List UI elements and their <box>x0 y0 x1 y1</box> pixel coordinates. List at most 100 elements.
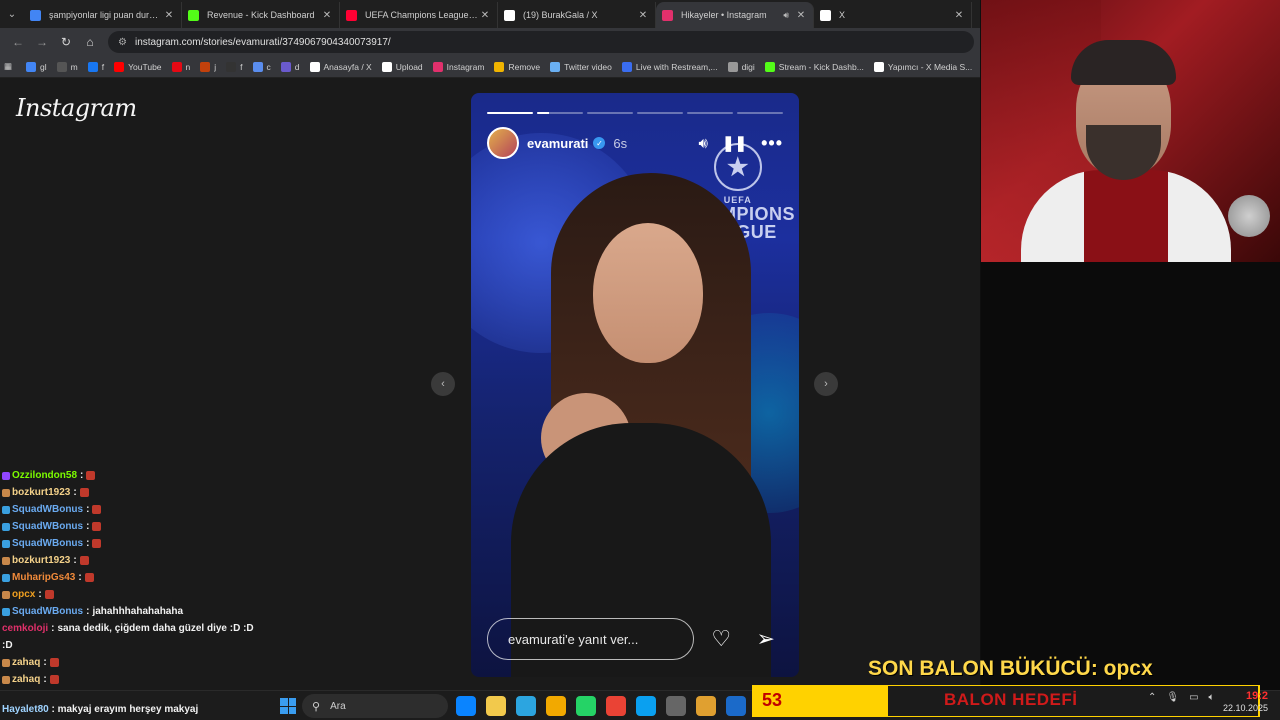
chat-message: zahaq: <box>2 654 302 671</box>
chat-nick[interactable]: opcx <box>12 586 35 603</box>
home-icon[interactable]: ⌂ <box>78 35 102 49</box>
tab-title: X <box>839 10 846 20</box>
site-info-icon[interactable]: ⚙ <box>118 37 127 48</box>
bookmark-item[interactable]: Live with Restream,... <box>621 61 718 72</box>
more-options-icon[interactable]: ••• <box>761 133 783 154</box>
bookmark-item[interactable]: Upload <box>381 61 423 72</box>
heart-icon[interactable]: ♡ <box>704 626 739 652</box>
bookmark-label: YouTube <box>128 61 162 72</box>
chat-message: SquadWBonus: <box>2 518 302 535</box>
bookmark-item[interactable]: YouTube <box>114 61 162 72</box>
apps-icon[interactable]: ▦ <box>4 61 12 72</box>
reload-icon[interactable]: ↻ <box>54 35 78 49</box>
taskbar-search[interactable]: ⚲ Ara <box>302 694 448 718</box>
chat-nick[interactable]: SquadWBonus <box>12 518 83 535</box>
taskbar-app-icon[interactable] <box>516 696 536 716</box>
bookmark-label: m <box>70 61 78 72</box>
windows-start-icon[interactable] <box>280 698 296 714</box>
taskbar-app-icon[interactable] <box>456 696 476 716</box>
taskbar-app-icon[interactable] <box>636 696 656 716</box>
instagram-logo[interactable]: Instagram <box>16 94 137 122</box>
avatar[interactable] <box>487 127 519 159</box>
chat-nick[interactable]: zahaq <box>12 671 40 688</box>
tab-audio-icon[interactable]: 🔊︎ <box>783 10 789 21</box>
story-viewer[interactable]: ★ UEFA CHAMPIONS LEAGUE evamurati ✓ 6s 🔊… <box>471 93 799 677</box>
chat-nick[interactable]: SquadWBonus <box>12 535 83 552</box>
address-bar[interactable]: ⚙ instagram.com/stories/evamurati/374906… <box>108 31 974 53</box>
browser-tab[interactable]: Hikayeler • Instagram 🔊︎ ✕ <box>656 2 814 28</box>
taskbar-app-icon[interactable] <box>546 696 566 716</box>
bookmark-item[interactable]: m <box>56 61 78 72</box>
bookmark-item[interactable]: f <box>87 61 104 72</box>
taskbar-app-icon[interactable] <box>726 696 746 716</box>
bookmark-item[interactable]: Anasayfa / X <box>309 61 372 72</box>
search-icon: ⚲ <box>312 700 321 713</box>
browser-tab[interactable]: UEFA Champions League Anthem✕ <box>340 2 498 28</box>
pause-icon[interactable]: ❚❚ <box>722 134 747 152</box>
send-icon[interactable]: ➢ <box>749 626 784 652</box>
tab-close-icon[interactable]: ✕ <box>163 10 175 21</box>
chat-nick[interactable]: bozkurt1923 <box>12 484 70 501</box>
chat-message: SquadWBonus: <box>2 535 302 552</box>
taskbar-app-icon[interactable] <box>576 696 596 716</box>
bookmark-item[interactable]: Remove <box>494 61 540 72</box>
bookmark-item[interactable]: digi <box>727 61 755 72</box>
taskbar-clock[interactable]: 19:2 22.10.2025 <box>1222 690 1268 714</box>
reply-input[interactable] <box>487 618 694 660</box>
network-icon[interactable]: ▭ <box>1189 692 1198 703</box>
forward-icon[interactable]: → <box>30 35 54 49</box>
chat-nick[interactable]: MuharipGs43 <box>12 569 75 586</box>
browser-tab[interactable]: şampiyonlar ligi puan durumları ✕ <box>24 2 182 28</box>
tab-close-icon[interactable]: ✕ <box>479 10 491 21</box>
bookmark-item[interactable]: Twitter video <box>550 61 612 72</box>
volume-icon[interactable]: 🔊︎ <box>699 135 708 152</box>
chat-badge-icon <box>2 607 10 616</box>
chat-message: MuharipGs43: <box>2 569 302 586</box>
chat-nick[interactable]: Ozzilondon58 <box>12 467 77 484</box>
bookmark-label: d <box>294 61 300 72</box>
taskbar-search-label: Ara <box>330 700 346 712</box>
bookmark-item[interactable]: Stream - Kick Dashb... <box>764 61 864 72</box>
browser-tab[interactable]: (19) BurakGala / X ✕ <box>498 2 656 28</box>
chat-nick[interactable]: cemkoloji <box>2 620 48 637</box>
bookmark-label: Instagram <box>446 61 485 72</box>
story-username[interactable]: evamurati <box>527 136 588 151</box>
volume-tray-icon[interactable]: 🔈︎ <box>1209 692 1215 703</box>
previous-story-button[interactable]: ‹ <box>431 372 455 396</box>
tab-close-icon[interactable]: ✕ <box>637 10 649 21</box>
taskbar-app-icon[interactable] <box>696 696 716 716</box>
bookmark-item[interactable]: Yapımcı - X Media S... <box>873 61 972 72</box>
chat-badge-icon <box>2 539 10 548</box>
bookmark-item[interactable]: c <box>252 61 271 72</box>
chat-nick[interactable]: bozkurt1923 <box>12 552 70 569</box>
progress-segment <box>487 112 533 114</box>
tab-close-icon[interactable]: ✕ <box>795 10 807 21</box>
back-icon[interactable]: ← <box>6 35 30 49</box>
bookmark-item[interactable]: d <box>280 61 300 72</box>
tab-title: UEFA Champions League Anthem <box>365 10 479 20</box>
bookmark-label: n <box>185 61 191 72</box>
microphone-icon[interactable]: 🎙︎ <box>1166 692 1179 703</box>
tab-search-icon[interactable]: ⌄ <box>0 0 24 28</box>
browser-tab[interactable]: Revenue - Kick Dashboard ✕ <box>182 2 340 28</box>
taskbar-app-icon[interactable] <box>666 696 686 716</box>
bookmark-label: f <box>240 61 243 72</box>
bookmark-favicon-icon <box>200 61 211 72</box>
taskbar-app-icon[interactable] <box>486 696 506 716</box>
chevron-up-icon[interactable]: ⌃ <box>1148 692 1156 703</box>
taskbar-app-icon[interactable] <box>606 696 626 716</box>
chat-separator: : <box>48 704 58 715</box>
browser-tab[interactable]: X ✕ <box>814 2 972 28</box>
bookmark-favicon-icon <box>381 61 392 72</box>
chat-nick[interactable]: SquadWBonus <box>12 603 83 620</box>
bookmark-item[interactable]: Instagram <box>432 61 485 72</box>
bookmark-item[interactable]: gl <box>26 61 47 72</box>
next-story-button[interactable]: › <box>814 372 838 396</box>
bookmark-item[interactable]: j <box>200 61 216 72</box>
chat-nick[interactable]: zahaq <box>12 654 40 671</box>
bookmark-item[interactable]: n <box>171 61 191 72</box>
tab-close-icon[interactable]: ✕ <box>321 10 333 21</box>
bookmark-item[interactable]: f <box>226 61 243 72</box>
tab-close-icon[interactable]: ✕ <box>953 10 965 21</box>
chat-nick[interactable]: SquadWBonus <box>12 501 83 518</box>
